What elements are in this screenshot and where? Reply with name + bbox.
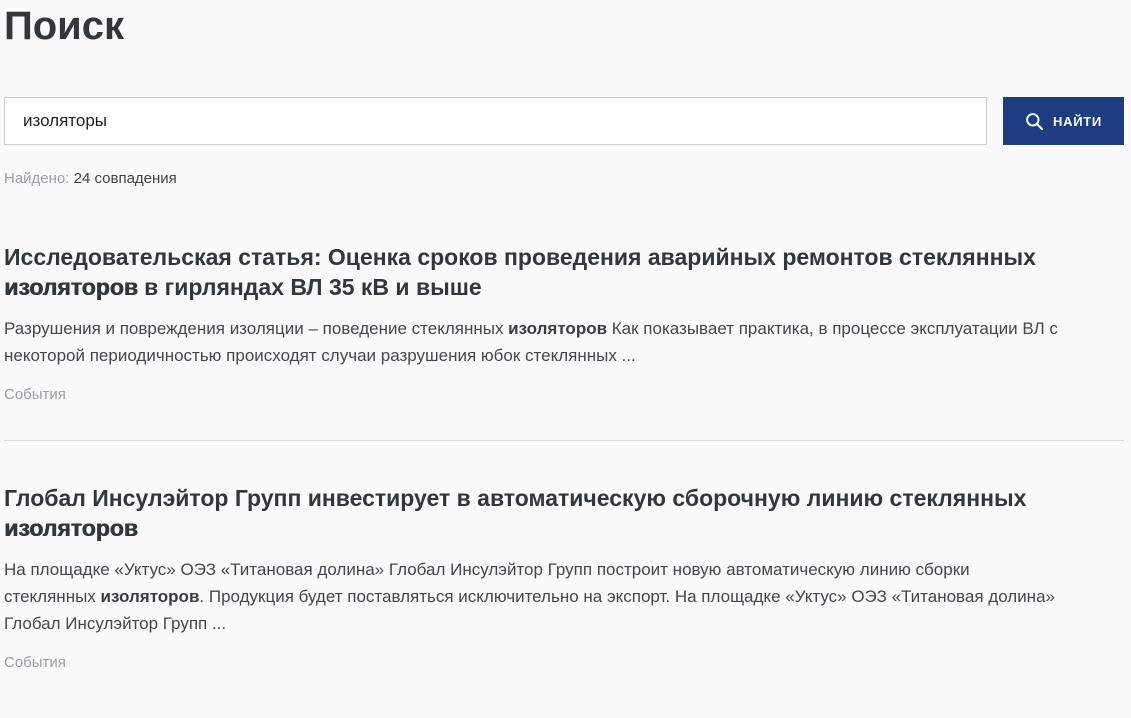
page-title: Поиск <box>4 0 1124 48</box>
results-summary: Найдено: 24 совпадения <box>4 170 1124 187</box>
search-result-item: Исследовательская статья: Оценка сроков … <box>4 242 1124 440</box>
result-snippet-highlight: изоляторов <box>101 587 200 606</box>
result-category: События <box>4 386 1124 403</box>
search-form: НАЙТИ <box>4 97 1124 145</box>
search-icon <box>1025 112 1044 131</box>
results-count: 24 совпадения <box>74 170 177 187</box>
result-title-text: Глобал Инсулэйтор Групп инвестирует в ав… <box>4 485 1026 511</box>
result-snippet: Разрушения и повреждения изоляции – пове… <box>4 315 1064 369</box>
result-title-text: в гирляндах ВЛ 35 кВ и выше <box>138 274 482 300</box>
search-button-label: НАЙТИ <box>1053 114 1102 129</box>
result-snippet-text: Разрушения и повреждения изоляции – пове… <box>4 319 508 338</box>
result-title-link[interactable]: Исследовательская статья: Оценка сроков … <box>4 242 1054 302</box>
search-button[interactable]: НАЙТИ <box>1003 97 1124 145</box>
search-page: Поиск НАЙТИ Найдено: 24 совпадения Иссле… <box>0 0 1131 718</box>
result-title-highlight: изоляторов <box>4 274 138 300</box>
result-snippet: На площадке «Уктус» ОЭЗ «Титановая долин… <box>4 556 1064 637</box>
result-category: События <box>4 654 1124 671</box>
search-results-list: Исследовательская статья: Оценка сроков … <box>4 242 1124 708</box>
result-title-text: Исследовательская статья: Оценка сроков … <box>4 244 1036 270</box>
results-summary-label: Найдено: <box>4 170 69 187</box>
result-snippet-highlight: изоляторов <box>508 319 607 338</box>
search-result-item: Глобал Инсулэйтор Групп инвестирует в ав… <box>4 440 1124 708</box>
result-title-link[interactable]: Глобал Инсулэйтор Групп инвестирует в ав… <box>4 483 1054 543</box>
result-title-highlight: изоляторов <box>4 515 138 541</box>
search-input[interactable] <box>4 97 987 145</box>
